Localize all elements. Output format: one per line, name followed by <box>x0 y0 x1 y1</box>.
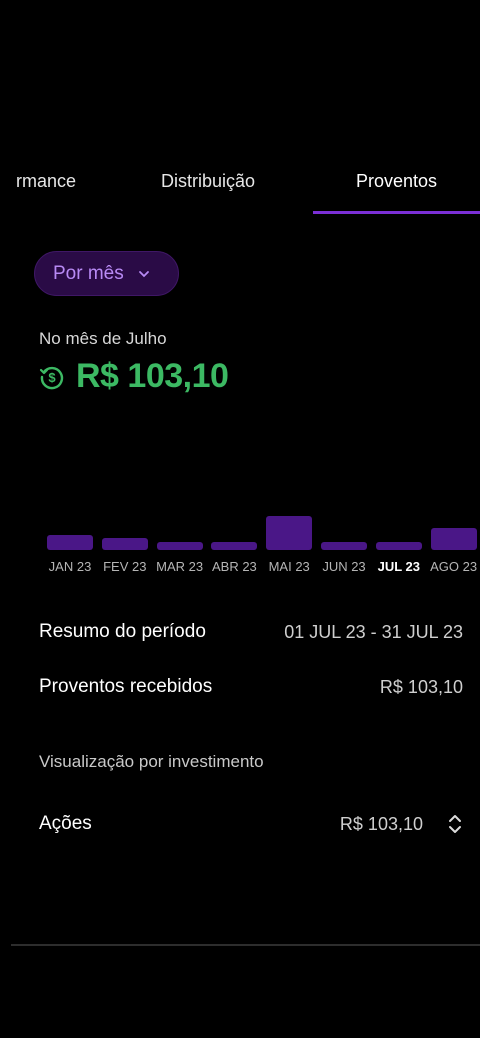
tab-proventos[interactable]: Proventos <box>356 150 437 212</box>
active-tab-indicator <box>313 211 480 214</box>
chart-bar[interactable] <box>321 542 367 550</box>
chart-month-label: JAN 23 <box>48 559 92 574</box>
monthly-dividends-chart: JAN 23 FEV 23 MAR 23 ABR 23 MAI 23 JUN 23 JUL … <box>0 480 480 590</box>
month-label: No mês de Julho <box>39 329 167 348</box>
dollar-refresh-icon: $ <box>39 366 64 389</box>
chart-month-label: JUL 23 <box>377 559 420 574</box>
bottom-divider <box>11 944 480 946</box>
chevron-down-icon <box>138 270 149 277</box>
month-total-amount: R$ 103,10 <box>76 357 229 395</box>
chart-month-label: MAI 23 <box>268 559 310 574</box>
investment-value-group: R$ 103,10 <box>340 812 463 836</box>
summary-row: Resumo do período 01 JUL 23 - 31 JUL 23 <box>39 621 463 643</box>
chart-month-label: AGO 23 <box>430 559 478 574</box>
chart-bar[interactable] <box>156 542 203 550</box>
chart-month-label: FEV 23 <box>103 559 147 574</box>
chart-month-label: ABR 23 <box>211 559 257 574</box>
month-total: $ R$ 103,10 <box>39 357 229 396</box>
svg-text:$: $ <box>48 370 56 385</box>
chart-bar[interactable] <box>266 516 313 550</box>
received-label: Proventos recebidos <box>39 676 213 697</box>
tab-distribuicao[interactable]: Distribuição <box>161 150 255 212</box>
investment-value: R$ 103,10 <box>339 813 423 834</box>
chart-bar[interactable] <box>430 528 477 550</box>
tab-bar: rmance Distribuição Proventos <box>0 150 480 214</box>
by-investment-label: Visualização por investimento <box>39 752 264 771</box>
received-value: R$ 103,10 <box>379 676 463 697</box>
chart-bar[interactable] <box>101 538 148 550</box>
summary-title: Resumo do período <box>39 621 206 642</box>
chart-month-label: MAR 23 <box>156 559 204 574</box>
summary-date-range: 01 JUL 23 - 31 JUL 23 <box>284 621 463 642</box>
received-row: Proventos recebidos R$ 103,10 <box>39 676 463 698</box>
chart-bar[interactable] <box>211 542 258 550</box>
investment-label: Ações <box>39 813 92 834</box>
chart-month-label: JUN 23 <box>322 559 366 574</box>
period-selector-button[interactable]: Por mês <box>34 251 179 296</box>
investment-row-acoes[interactable]: Ações R$ 103,10 <box>39 812 463 836</box>
period-selector-label: Por mês <box>53 262 124 284</box>
tab-performance[interactable]: rmance <box>0 150 76 212</box>
expand-collapse-icon[interactable] <box>447 812 463 836</box>
chart-bar[interactable] <box>47 535 93 550</box>
chart-bar[interactable] <box>375 542 422 550</box>
